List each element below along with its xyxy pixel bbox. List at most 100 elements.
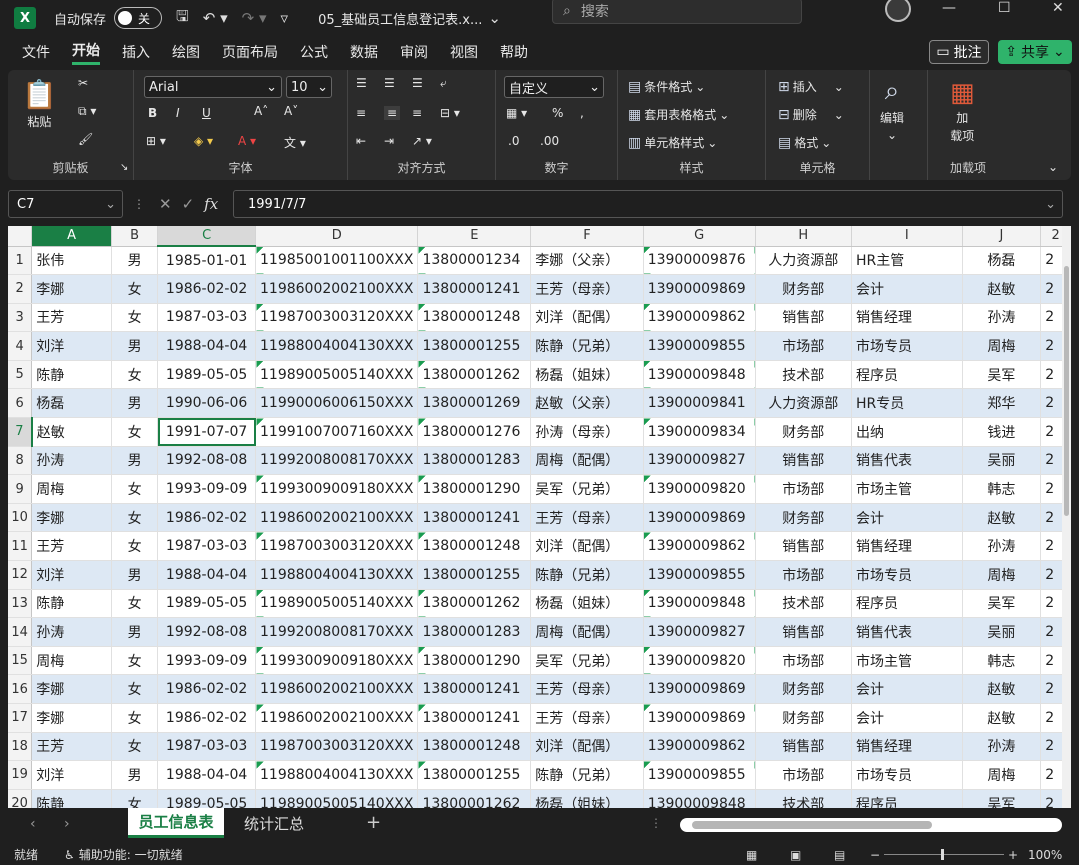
table-cell[interactable]: 11986002002100XXX	[255, 703, 419, 733]
percent-icon[interactable]: %	[552, 106, 563, 120]
delete-cells-button[interactable]: ⊟ 删除 ⌄	[778, 106, 844, 123]
row-header[interactable]: 12	[8, 560, 33, 590]
table-cell[interactable]: 1987-03-03	[157, 531, 256, 562]
row-header[interactable]: 13	[8, 589, 33, 619]
table-cell[interactable]: 陈静	[31, 360, 112, 390]
tab-home[interactable]: 开始	[72, 40, 100, 65]
table-cell[interactable]: 财务部	[755, 274, 852, 304]
table-cell[interactable]: 1988-04-04	[157, 560, 256, 590]
comment-button[interactable]: ▭ 批注	[929, 40, 989, 64]
table-cell[interactable]: 会计	[851, 703, 963, 733]
zoom-slider-handle[interactable]	[941, 849, 944, 860]
table-cell[interactable]: 王芳	[31, 732, 112, 762]
table-cell[interactable]: HR专员	[851, 388, 963, 419]
table-cell[interactable]: 韩志	[962, 646, 1042, 676]
table-cell[interactable]: 会计	[851, 503, 963, 533]
bold-button[interactable]: B	[148, 106, 157, 120]
table-cell[interactable]: 韩志	[962, 474, 1042, 504]
table-cell[interactable]: 11988004004130XXX	[255, 560, 419, 590]
vertical-scrollbar[interactable]	[1062, 226, 1071, 808]
table-cell[interactable]: 吴军（兄弟）	[530, 646, 644, 676]
table-cell[interactable]: 刘洋（配偶）	[530, 531, 644, 562]
table-cell[interactable]: 女	[111, 531, 159, 562]
column-header[interactable]: E	[417, 226, 532, 247]
table-cell[interactable]: 周梅	[962, 331, 1042, 361]
table-cell[interactable]: 女	[111, 417, 159, 447]
table-cell[interactable]: 技术部	[755, 360, 852, 390]
table-cell[interactable]: 13900009876	[643, 246, 756, 276]
row-header[interactable]: 11	[8, 531, 33, 562]
table-cell[interactable]: 市场专员	[851, 760, 963, 790]
table-cell[interactable]: 杨磊（姐妹）	[530, 789, 644, 808]
row-header[interactable]: 1	[8, 246, 33, 276]
row-header[interactable]: 10	[8, 503, 33, 533]
table-cell[interactable]: 市场主管	[851, 474, 963, 504]
table-cell[interactable]: 孙涛	[31, 617, 112, 647]
customize-toolbar-icon[interactable]: ▿	[281, 9, 289, 27]
table-cell[interactable]: 女	[111, 646, 159, 676]
table-cell[interactable]: 11989005005140XXX	[255, 789, 419, 808]
table-cell[interactable]: 财务部	[755, 503, 852, 533]
table-cell[interactable]: 财务部	[755, 417, 852, 447]
table-cell[interactable]: 11992008008170XXX	[255, 446, 419, 476]
table-cell[interactable]: 男	[111, 331, 159, 361]
table-cell[interactable]: 销售代表	[851, 446, 963, 476]
zoom-level[interactable]: 100%	[1028, 848, 1062, 862]
prev-sheet-icon[interactable]: ‹	[30, 816, 36, 832]
table-cell[interactable]: 1987-03-03	[157, 303, 256, 333]
row-header[interactable]: 3	[8, 303, 33, 333]
table-cell[interactable]: 男	[111, 617, 159, 647]
table-cell[interactable]: 1989-05-05	[157, 360, 256, 390]
table-cell[interactable]: 13800001248	[417, 531, 532, 562]
table-cell[interactable]: 男	[111, 246, 159, 276]
avatar[interactable]	[885, 0, 911, 22]
table-cell[interactable]: 13800001262	[417, 789, 532, 808]
undo-icon[interactable]: ↶ ▾	[203, 9, 228, 27]
align-left-icon[interactable]: ≡	[356, 106, 366, 120]
table-cell[interactable]: 1992-08-08	[157, 446, 256, 476]
tab-review[interactable]: 审阅	[400, 42, 428, 62]
tab-insert[interactable]: 插入	[122, 42, 150, 62]
table-cell[interactable]: 1992-08-08	[157, 617, 256, 647]
font-size-select[interactable]: 10 ⌄	[286, 76, 332, 98]
table-cell[interactable]: 13900009820	[643, 646, 756, 676]
table-cell[interactable]: 1986-02-02	[157, 274, 256, 304]
increase-font-icon[interactable]: A˄	[254, 104, 268, 118]
table-cell[interactable]: 1989-05-05	[157, 789, 256, 808]
table-cell[interactable]: 吴军	[962, 789, 1042, 808]
add-sheet-button[interactable]: +	[366, 812, 381, 833]
table-cell[interactable]: 刘洋（配偶）	[530, 303, 644, 333]
table-cell[interactable]: 张伟	[31, 246, 112, 276]
column-header[interactable]: G	[643, 226, 756, 247]
table-cell[interactable]: 13800001255	[417, 560, 532, 590]
page-break-icon[interactable]: ▤	[834, 848, 845, 862]
format-painter-icon[interactable]: 🖌	[78, 132, 93, 146]
table-cell[interactable]: 13900009855	[643, 560, 756, 590]
zoom-out-icon[interactable]: −	[870, 848, 880, 862]
table-cell[interactable]: 郑华	[962, 388, 1042, 419]
table-cell[interactable]: 1991-07-07	[157, 417, 256, 447]
dialog-launcher-icon[interactable]: ↘	[120, 162, 128, 173]
decrease-indent-icon[interactable]: ⇤	[356, 134, 366, 148]
column-header[interactable]: B	[111, 226, 159, 247]
column-header[interactable]: J	[962, 226, 1042, 247]
table-cell[interactable]: 11987003003120XXX	[255, 531, 419, 562]
table-cell[interactable]: 销售经理	[851, 303, 963, 333]
table-cell[interactable]: 王芳（母亲）	[530, 703, 644, 733]
next-sheet-icon[interactable]: ›	[64, 816, 70, 832]
chevron-down-icon[interactable]: ⌄	[1045, 197, 1056, 212]
search-box[interactable]: ⌕ 搜索	[552, 0, 802, 24]
select-all-corner[interactable]	[8, 226, 33, 247]
decrease-decimal-icon[interactable]: .00	[540, 134, 559, 148]
table-cell[interactable]: 出纳	[851, 417, 963, 447]
table-cell[interactable]: 李娜	[31, 503, 112, 533]
table-cell[interactable]: 女	[111, 703, 159, 733]
table-cell[interactable]: 销售代表	[851, 617, 963, 647]
table-cell[interactable]: 女	[111, 674, 159, 704]
zoom-in-icon[interactable]: +	[1008, 848, 1018, 862]
accessibility-icon[interactable]: ♿	[64, 848, 75, 862]
table-cell[interactable]: 1990-06-06	[157, 388, 256, 419]
table-cell[interactable]: 男	[111, 446, 159, 476]
italic-button[interactable]: I	[176, 106, 180, 120]
table-cell[interactable]: 赵敏	[962, 703, 1042, 733]
